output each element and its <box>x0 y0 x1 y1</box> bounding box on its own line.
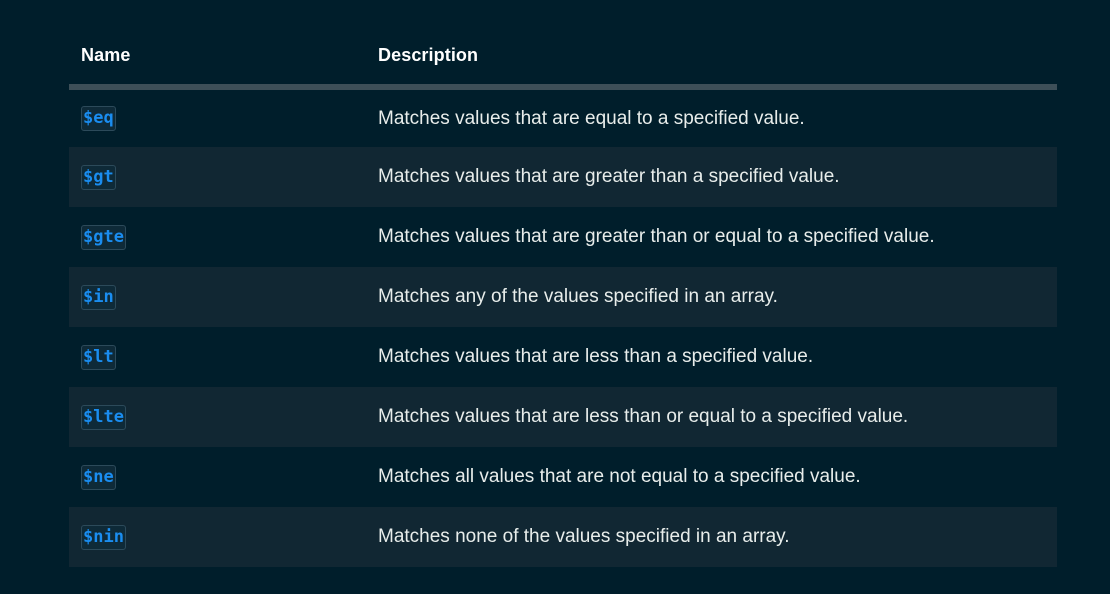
table-body: $eq Matches values that are equal to a s… <box>69 87 1057 567</box>
column-header-description: Description <box>366 27 1057 90</box>
operator-link[interactable]: $lt <box>81 344 116 370</box>
column-header-name: Name <box>69 27 366 90</box>
table-row: $nin Matches none of the values specifie… <box>69 507 1057 567</box>
operator-link[interactable]: $lte <box>81 404 126 430</box>
description-cell: Matches values that are equal to a speci… <box>378 107 805 129</box>
description-cell: Matches values that are less than a spec… <box>378 346 814 367</box>
table-row: $lte Matches values that are less than o… <box>69 387 1057 447</box>
operator-link[interactable]: $gte <box>81 224 126 250</box>
table-row: $ne Matches all values that are not equa… <box>69 447 1057 507</box>
table-row: $eq Matches values that are equal to a s… <box>69 87 1057 147</box>
description-cell: Matches values that are greater than or … <box>378 226 935 247</box>
operator-cell: $ne <box>69 447 366 507</box>
operator-link[interactable]: $ne <box>81 464 116 490</box>
table-row: $gt Matches values that are greater than… <box>69 147 1057 207</box>
operator-cell: $gt <box>69 147 366 207</box>
operator-cell: $in <box>69 267 366 327</box>
operator-cell: $lt <box>69 327 366 387</box>
description-cell: Matches any of the values specified in a… <box>378 286 778 307</box>
description-cell: Matches values that are less than or equ… <box>378 406 909 427</box>
table-row: $gte Matches values that are greater tha… <box>69 207 1057 267</box>
operator-link[interactable]: $gt <box>81 164 116 190</box>
page: Name Description $eq Matches values that… <box>0 0 1110 594</box>
description-cell: Matches all values that are not equal to… <box>378 466 861 487</box>
operator-cell: $lte <box>69 387 366 447</box>
operator-cell: $gte <box>69 207 366 267</box>
table-row: $lt Matches values that are less than a … <box>69 327 1057 387</box>
table-header: Name Description <box>69 27 1057 90</box>
operator-link[interactable]: $in <box>81 284 116 310</box>
operator-cell: $eq <box>69 87 366 147</box>
description-cell: Matches none of the values specified in … <box>378 526 790 547</box>
description-cell: Matches values that are greater than a s… <box>378 166 840 187</box>
operator-link[interactable]: $eq <box>81 106 116 131</box>
operator-link[interactable]: $nin <box>81 524 126 550</box>
table-row: $in Matches any of the values specified … <box>69 267 1057 327</box>
comparison-operators-table: Name Description $eq Matches values that… <box>69 27 1057 567</box>
operator-cell: $nin <box>69 507 366 567</box>
header-row: Name Description <box>69 27 1057 90</box>
